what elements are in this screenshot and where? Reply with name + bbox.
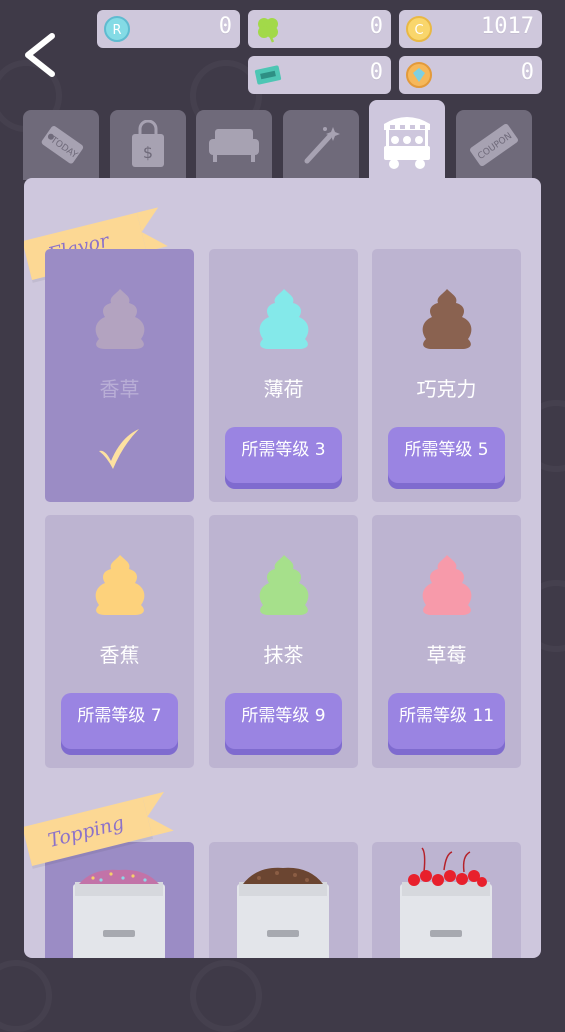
- flavor-name: 巧克力: [416, 377, 477, 401]
- clover-counter: 0: [248, 10, 391, 48]
- mint-swirl-icon: [259, 289, 309, 349]
- r-coin-counter: R 0: [97, 10, 240, 48]
- ticket-value: 0: [369, 60, 383, 85]
- vanilla-swirl-icon: [95, 289, 145, 349]
- flavor-card-banana[interactable]: 香蕉 所需等级 7: [45, 515, 194, 768]
- gem-counter: 0: [399, 56, 542, 94]
- gem-icon: [405, 61, 433, 89]
- svg-text:R: R: [112, 23, 121, 38]
- r-coin-icon: R: [103, 15, 131, 43]
- magic-wand-icon: [304, 127, 340, 164]
- svg-text:$: $: [143, 143, 153, 162]
- gold-coin-value: 1017: [481, 14, 534, 39]
- flavor-card-mint[interactable]: 薄荷 所需等级 3: [209, 249, 358, 502]
- flavor-shop-panel: Flavor 香草 薄荷 所需等级 3 巧克力 所需等级 5 香蕉 所需等级 7: [24, 178, 541, 958]
- tab-today[interactable]: TODAY: [23, 110, 99, 180]
- tab-furniture[interactable]: [196, 110, 272, 180]
- flavor-name: 香蕉: [99, 643, 140, 667]
- clover-value: 0: [369, 14, 383, 39]
- strawberry-swirl-icon: [422, 555, 472, 615]
- matcha-swirl-icon: [259, 555, 309, 615]
- ice-cream-cart-icon: [384, 117, 430, 169]
- ticket-icon: [254, 61, 282, 89]
- chocolate-chips-icon: [237, 867, 329, 958]
- flavor-card-vanilla[interactable]: 香草: [45, 249, 194, 502]
- flavor-name: 抹茶: [263, 643, 304, 667]
- required-level-button[interactable]: 所需等级 5: [388, 427, 505, 483]
- box-slot: [267, 930, 299, 937]
- required-level-button[interactable]: 所需等级 9: [225, 693, 342, 749]
- ticket-counter: 0: [248, 56, 391, 94]
- required-level-button[interactable]: 所需等级 7: [61, 693, 178, 749]
- coupon-icon: COUPON: [470, 123, 518, 167]
- flavor-name: 香草: [99, 377, 140, 401]
- clover-icon: [254, 15, 282, 43]
- flavor-card-matcha[interactable]: 抹茶 所需等级 9: [209, 515, 358, 768]
- svg-text:C: C: [414, 23, 423, 38]
- topping-card-sprinkles[interactable]: [45, 842, 194, 958]
- r-coin-value: 0: [218, 14, 232, 39]
- flavor-name: 薄荷: [263, 377, 304, 401]
- sprinkles-icon: [73, 869, 165, 958]
- back-button[interactable]: [18, 30, 62, 80]
- chocolate-swirl-icon: [422, 289, 472, 349]
- gold-coin-icon: C: [405, 15, 433, 43]
- tab-shop[interactable]: $: [110, 110, 186, 180]
- background-decoration: [190, 960, 262, 1032]
- sofa-icon: [209, 129, 259, 162]
- topping-card-cherries[interactable]: [372, 842, 521, 958]
- banana-swirl-icon: [95, 555, 145, 615]
- shop-bag-icon: $: [132, 120, 164, 167]
- gold-coin-counter: C 1017: [399, 10, 542, 48]
- back-arrow-icon: [25, 33, 55, 77]
- box-slot: [430, 930, 462, 937]
- required-level-button[interactable]: 所需等级 11: [388, 693, 505, 749]
- tab-decoration[interactable]: [283, 110, 359, 180]
- flavor-card-strawberry[interactable]: 草莓 所需等级 11: [372, 515, 521, 768]
- tab-ice-cream-cart[interactable]: [369, 100, 445, 182]
- tab-coupon[interactable]: COUPON: [456, 110, 532, 180]
- flavor-card-chocolate[interactable]: 巧克力 所需等级 5: [372, 249, 521, 502]
- background-decoration: [0, 960, 52, 1032]
- required-level-button[interactable]: 所需等级 3: [225, 427, 342, 483]
- flavor-name: 草莓: [426, 643, 467, 667]
- gem-value: 0: [520, 60, 534, 85]
- selected-check-icon: [99, 429, 139, 469]
- cherries-icon: [400, 847, 492, 958]
- today-icon: TODAY: [41, 126, 84, 164]
- topping-card-chocolate-chips[interactable]: [209, 842, 358, 958]
- box-slot: [103, 930, 135, 937]
